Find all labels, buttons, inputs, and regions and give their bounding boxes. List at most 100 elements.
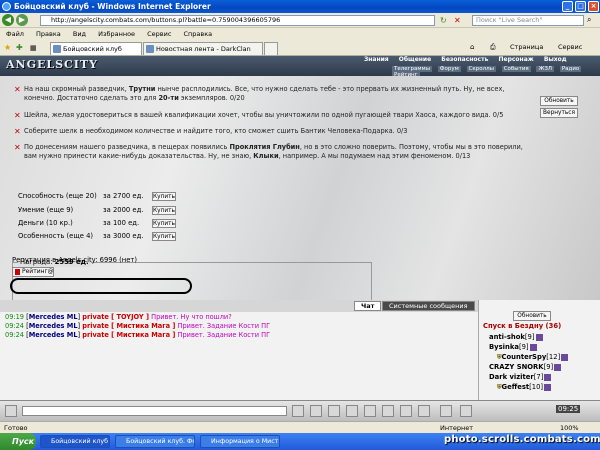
chat-input[interactable]	[22, 406, 287, 416]
rating-icon	[15, 269, 20, 275]
close-button[interactable]: ×	[588, 1, 599, 12]
taskbar-item[interactable]: Бойцовский клуб - ...	[40, 435, 110, 448]
nav-character[interactable]: Персонаж	[498, 56, 533, 63]
page-menu[interactable]: Страница	[510, 43, 543, 51]
quest-item: ✕ По донесениям нашего разведчика, в пещ…	[14, 143, 523, 160]
print-icon[interactable]: ⎙	[490, 43, 496, 52]
tab-label: Бойцовский клуб	[63, 45, 122, 53]
start-button[interactable]: Пуск	[0, 433, 36, 450]
back-arrow-icon[interactable]: ◀	[2, 14, 14, 26]
search-icon[interactable]: ⌕	[587, 15, 591, 25]
tab-combats[interactable]: Бойцовский клуб	[50, 42, 142, 55]
nav-communication[interactable]: Общение	[399, 56, 431, 63]
taskbar-item[interactable]: Информация о Мистик...	[200, 435, 280, 448]
user-info-icon[interactable]	[544, 373, 552, 381]
nav-exit[interactable]: Выход	[544, 56, 567, 63]
tab-favicon	[53, 45, 61, 53]
quest-item: ✕ Соберите шелк в необходимом количестве…	[14, 127, 408, 136]
minimize-button[interactable]: _	[562, 1, 573, 12]
nav-knowledge[interactable]: Знания	[364, 56, 389, 63]
ie-icon	[2, 2, 11, 11]
quest-panel: ✕ На наш скромный разведчик, Трутни нынч…	[0, 76, 600, 326]
home-icon[interactable]: ⌂	[470, 43, 474, 51]
buy-button[interactable]: Купить	[152, 192, 176, 201]
buy-button[interactable]: Купить	[152, 232, 176, 241]
online-user[interactable]: Dark viziter[7]	[489, 373, 552, 381]
subnav-events[interactable]: События	[501, 66, 531, 72]
clear-icon[interactable]	[310, 405, 322, 417]
filter-icon[interactable]	[346, 405, 358, 417]
tab-label: Новостная лента - DarkClan	[156, 45, 251, 53]
menu-tools[interactable]: Сервис	[147, 30, 171, 38]
rating-button[interactable]: Рейтинг@	[12, 267, 54, 277]
tools-menu[interactable]: Сервис	[558, 43, 582, 51]
online-user[interactable]: CRAZY SNORK[9]	[489, 363, 562, 371]
online-user[interactable]: anti-shok[9]	[489, 333, 543, 341]
tab-system-messages[interactable]: Системные сообщения	[382, 301, 475, 311]
online-user[interactable]: ⛨Geffest[10]	[497, 383, 552, 392]
new-tab-button[interactable]	[264, 42, 278, 55]
game-bottom-toolbar: 09:25	[0, 400, 600, 421]
buy-button[interactable]: Купить	[152, 219, 176, 228]
menu-edit[interactable]: Правка	[36, 30, 61, 38]
chat-tabs: Чат Системные сообщения	[0, 300, 478, 312]
maximize-button[interactable]: □	[575, 1, 586, 12]
reputation-text: Репутация в Angels city: 6996 (нет)	[12, 256, 137, 264]
user-info-icon[interactable]	[554, 363, 562, 371]
subnav-scrolls[interactable]: Скроллы	[466, 66, 496, 72]
settings-icon[interactable]	[382, 405, 394, 417]
forward-arrow-icon[interactable]: ▶	[16, 14, 28, 26]
tab-list-icon[interactable]: ▦	[30, 44, 37, 52]
user-info-icon[interactable]	[535, 333, 543, 341]
nav-security[interactable]: Безопасность	[441, 56, 488, 63]
add-favorite-icon[interactable]: ✚	[16, 43, 23, 52]
refresh-chat-button[interactable]: Обновить	[513, 311, 551, 321]
address-bar: ◀ ▶ http://angelscity.combats.com/button…	[0, 13, 600, 28]
taskbar-item[interactable]: Бойцовский клуб. Фору...	[115, 435, 195, 448]
send-icon[interactable]	[292, 405, 304, 417]
refresh-button[interactable]: Обновить	[540, 96, 578, 106]
tab-darkclan[interactable]: Новостная лента - DarkClan	[143, 42, 263, 55]
search-input[interactable]: Поиск "Live Search"	[472, 15, 584, 26]
buy-button[interactable]: Купить	[152, 206, 176, 215]
subnav-forum[interactable]: Форум	[437, 66, 461, 72]
online-user[interactable]: Bysinka[9]	[489, 343, 537, 351]
user-info-icon[interactable]	[529, 343, 537, 351]
subnav-radio[interactable]: Радио	[559, 66, 582, 72]
menu-help[interactable]: Справка	[184, 30, 213, 38]
chat-message: 09:24 [Mercedes ML] private [ Мистика Ма…	[5, 331, 271, 339]
refresh-icon[interactable]: ↻	[440, 16, 447, 25]
stop-icon[interactable]: ✕	[454, 16, 461, 25]
game-nav: Знания Общение Безопасность Персонаж Вых…	[360, 56, 571, 63]
sound-icon[interactable]	[400, 405, 412, 417]
menu-bar: Файл Правка Вид Избранное Сервис Справка	[0, 28, 600, 40]
tab-favicon	[146, 45, 154, 53]
menu-file[interactable]: Файл	[6, 30, 24, 38]
quest-cross-icon: ✕	[14, 143, 21, 152]
chat-area: 09:19 [Mercedes ML] private [ TOYJOY ] П…	[0, 312, 478, 400]
scroll-icon[interactable]	[5, 405, 17, 417]
translate-icon[interactable]	[418, 405, 430, 417]
window-title: Бойцовский клуб - Windows Internet Explo…	[14, 2, 211, 11]
quest-item: ✕ На наш скромный разведчик, Трутни нынч…	[14, 85, 505, 102]
smiley-icon[interactable]	[328, 405, 340, 417]
user-info-icon[interactable]	[561, 353, 569, 361]
user-info-icon[interactable]	[544, 383, 552, 391]
status-text: Готово	[4, 424, 28, 432]
subnav-zhzl[interactable]: ЖЗЛ	[536, 66, 555, 72]
chat-mode-icon[interactable]	[440, 405, 452, 417]
url-input[interactable]: http://angelscity.combats.com/buttons.pl…	[40, 15, 435, 26]
favorites-star-icon[interactable]: ★	[4, 43, 11, 52]
return-button[interactable]: Вернуться	[540, 108, 578, 118]
chat-message: 09:24 [Mercedes ML] private [ Мистика Ма…	[5, 322, 271, 330]
online-user[interactable]: ⛨CounterSpy[12]	[497, 353, 569, 362]
user-icon[interactable]	[364, 405, 376, 417]
menu-view[interactable]: Вид	[73, 30, 86, 38]
tab-chat[interactable]: Чат	[354, 301, 382, 311]
menu-favorites[interactable]: Избранное	[98, 30, 135, 38]
info-icon[interactable]	[460, 405, 472, 417]
location-title: Спуск в Бездну (36)	[483, 322, 562, 330]
online-list-panel: Обновить Спуск в Бездну (36) anti-shok[9…	[478, 300, 600, 400]
quest-cross-icon: ✕	[14, 85, 21, 94]
quest-item: ✕ Шейла, желая удостовериться в вашей кв…	[14, 111, 504, 120]
